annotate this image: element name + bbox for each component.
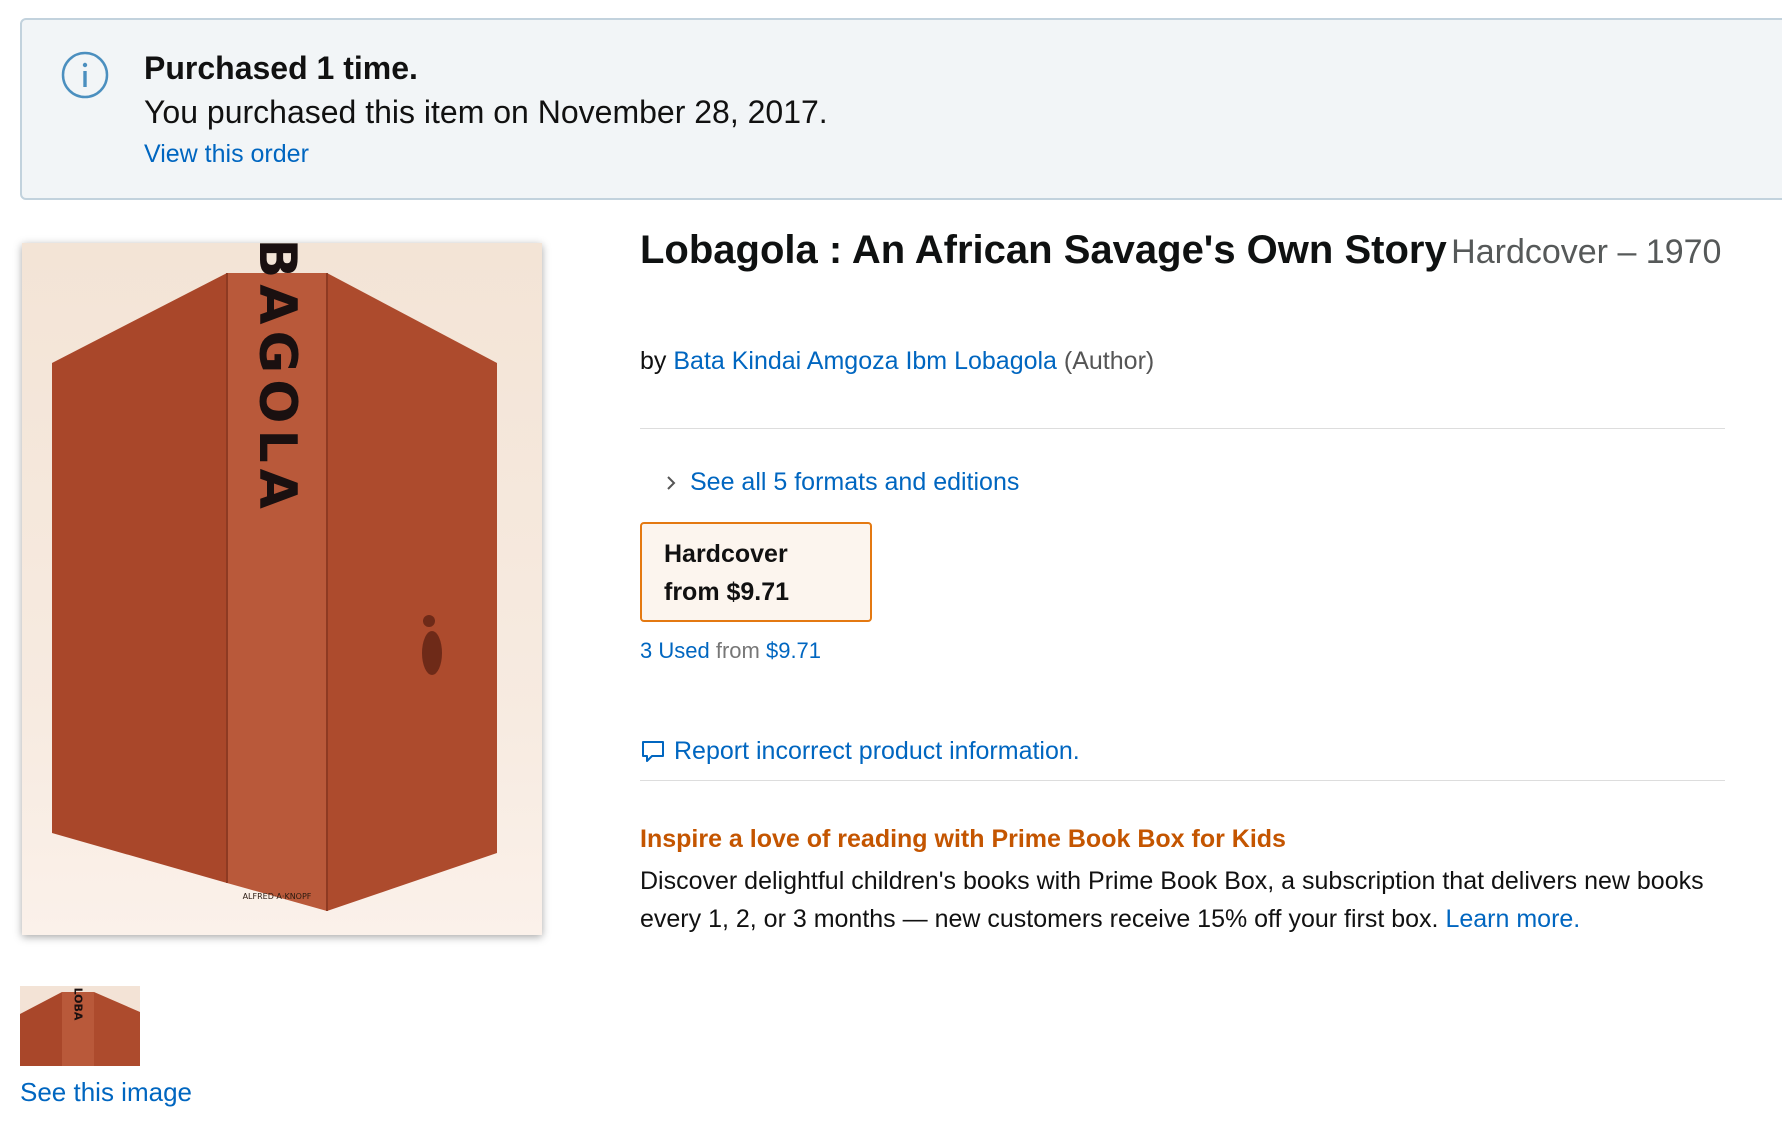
byline: by Bata Kindai Amgoza Ibm Lobagola (Auth…	[640, 347, 1154, 376]
notice-text: You purchased this item on November 28, …	[144, 94, 828, 130]
report-label: Report incorrect product information.	[674, 737, 1080, 765]
format-name: Hardcover	[664, 540, 788, 568]
report-incorrect-info-link[interactable]: Report incorrect product information.	[640, 737, 1080, 766]
view-order-link[interactable]: View this order	[144, 140, 309, 169]
product-title-block: Lobagola : An African Savage's Own Story…	[640, 222, 1750, 287]
product-main-image[interactable]: LOBAGOLA ALFRED·A·KNOPF	[22, 243, 542, 935]
byline-prefix: by	[640, 347, 667, 375]
publisher-mark: ALFRED·A·KNOPF	[243, 892, 312, 901]
promo-text: Discover delightful children's books wit…	[640, 862, 1750, 938]
learn-more-link[interactable]: Learn more.	[1445, 905, 1580, 933]
used-price-link[interactable]: $9.71	[766, 638, 821, 663]
book-cover-illustration: LOBAGOLA ALFRED·A·KNOPF	[22, 243, 542, 935]
spine-title: LOBAGOLA	[247, 243, 307, 515]
product-title: Lobagola : An African Savage's Own Story	[640, 228, 1447, 272]
thumbnail-illustration: LOBA	[20, 986, 140, 1066]
author-role: (Author)	[1063, 347, 1155, 375]
used-offers: 3 Used from $9.71	[640, 638, 821, 664]
thumb-spine-text: LOBA	[72, 988, 85, 1021]
divider	[640, 780, 1725, 781]
used-count-link[interactable]: 3 Used	[640, 638, 710, 663]
used-from-label: from	[715, 638, 760, 663]
see-all-formats-label: See all 5 formats and editions	[690, 468, 1020, 496]
format-hardcover-option[interactable]: Hardcover from $9.71	[640, 522, 872, 622]
see-this-image-link[interactable]: See this image	[20, 1077, 192, 1108]
divider	[640, 428, 1725, 429]
author-link[interactable]: Bata Kindai Amgoza Ibm Lobagola	[673, 347, 1057, 375]
info-icon	[61, 51, 109, 99]
promo-title: Inspire a love of reading with Prime Boo…	[640, 825, 1286, 853]
notice-title: Purchased 1 time.	[144, 50, 418, 86]
purchase-notice: Purchased 1 time. You purchased this ite…	[20, 18, 1782, 200]
product-binding: Hardcover – 1970	[1451, 233, 1722, 271]
format-price: from $9.71	[664, 578, 790, 606]
product-thumbnail[interactable]: LOBA	[20, 986, 140, 1066]
see-all-formats-link[interactable]: See all 5 formats and editions	[668, 468, 1019, 497]
